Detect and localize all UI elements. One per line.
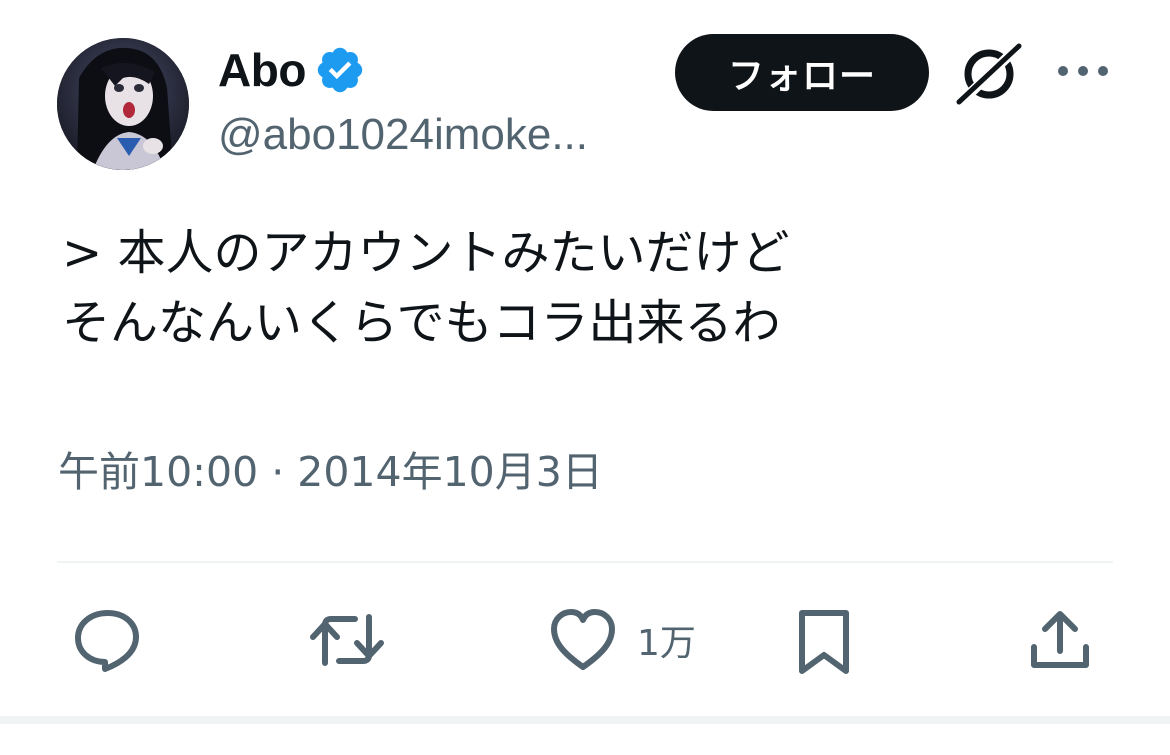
tweet-line: > 本人のアカウントみたいだけど [62,225,790,281]
tweet-line: そんなんいくらでもコラ出来るわ [62,295,781,351]
more-icon[interactable] [1055,56,1111,86]
grok-icon[interactable] [955,39,1027,107]
like-count: 1万 [637,623,696,664]
author-name-row[interactable]: Abo [218,40,366,100]
heart-icon [549,607,617,673]
divider [0,716,1170,724]
author-handle[interactable]: @abo1024imoke... [218,110,588,160]
follow-button[interactable]: フォロー [675,34,929,111]
reply-icon [72,607,142,673]
bookmark-button[interactable] [794,607,854,677]
tweet-text: > 本人のアカウントみたいだけど そんなんいくらでもコラ出来るわ [62,218,789,358]
retweet-icon [307,607,387,673]
avatar[interactable] [57,38,189,170]
bookmark-icon [794,607,854,677]
tweet-timestamp[interactable]: 午前10:00 · 2014年10月3日 [58,438,603,498]
share-icon [1025,607,1095,673]
share-button[interactable] [1025,607,1095,673]
retweet-button[interactable] [307,607,387,673]
divider [57,561,1113,563]
verified-badge-icon [314,44,366,96]
author-display-name[interactable]: Abo [218,43,306,97]
like-button[interactable]: 1万 [549,607,696,673]
reply-button[interactable] [72,607,142,673]
